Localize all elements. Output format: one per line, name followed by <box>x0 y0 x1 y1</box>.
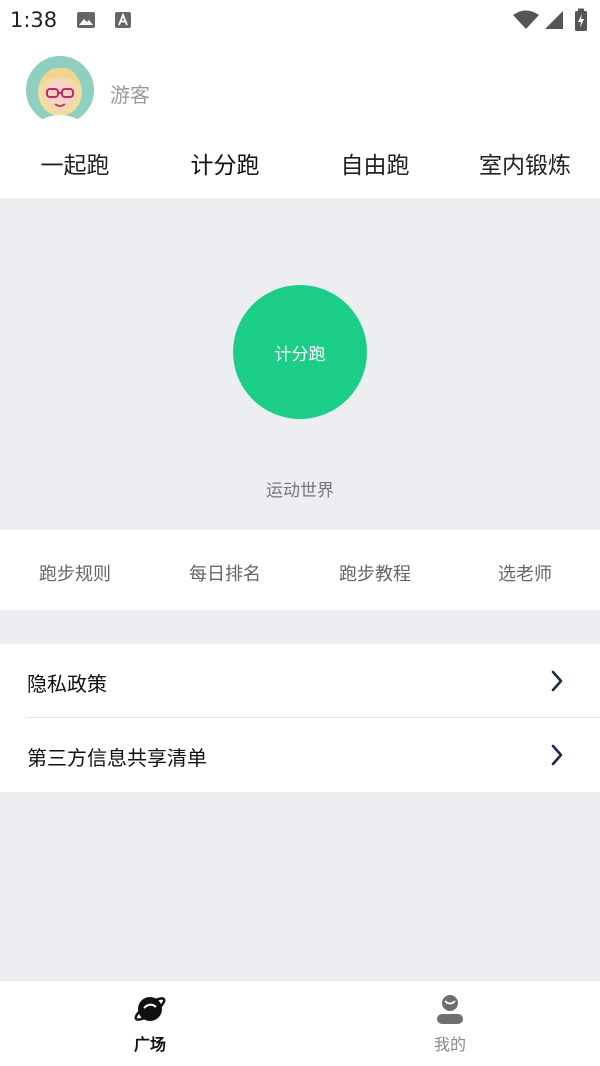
text-a-icon <box>115 12 131 28</box>
avatar[interactable] <box>26 56 94 124</box>
signal-icon <box>545 11 563 29</box>
nav-item-square[interactable]: 广场 <box>0 993 300 1055</box>
list-item-third-party-sharing[interactable]: 第三方信息共享清单 <box>0 718 600 792</box>
hero-panel: 计分跑 运动世界 <box>0 198 600 530</box>
start-score-run-button[interactable]: 计分跑 <box>233 285 367 419</box>
hero-caption: 运动世界 <box>266 481 334 501</box>
avatar-image <box>26 56 94 124</box>
bottom-nav: 广场 我的 <box>0 980 600 1066</box>
empty-area <box>0 792 600 980</box>
list-item-label: 隐私政策 <box>27 672 107 696</box>
chevron-right-icon <box>551 670 563 692</box>
list-item-privacy-policy[interactable]: 隐私政策 <box>0 644 600 718</box>
quick-links: 跑步规则 每日排名 跑步教程 选老师 <box>0 530 600 610</box>
battery-charging-icon <box>575 8 587 31</box>
start-button-label: 计分跑 <box>274 344 326 365</box>
tab-indoor-workout[interactable]: 室内锻炼 <box>450 146 600 180</box>
tab-run-together[interactable]: 一起跑 <box>0 146 150 180</box>
chevron-right-icon <box>551 744 563 766</box>
status-time: 1:38 <box>10 8 58 32</box>
profile-header: 游客 <box>0 40 600 140</box>
quick-link-daily-ranking[interactable]: 每日排名 <box>150 560 300 586</box>
nav-item-mine[interactable]: 我的 <box>300 993 600 1055</box>
tab-score-run[interactable]: 计分跑 <box>150 146 300 180</box>
tab-free-run[interactable]: 自由跑 <box>300 146 450 180</box>
nav-label-mine: 我的 <box>433 1035 466 1054</box>
status-bar: 1:38 <box>0 0 600 40</box>
settings-list: 隐私政策 第三方信息共享清单 <box>0 644 600 792</box>
quick-link-running-rules[interactable]: 跑步规则 <box>0 560 150 586</box>
username: 游客 <box>110 83 150 107</box>
run-mode-tabs: 一起跑 计分跑 自由跑 室内锻炼 <box>0 140 600 198</box>
quick-link-choose-teacher[interactable]: 选老师 <box>450 560 600 586</box>
user-icon <box>437 995 463 1024</box>
wifi-icon <box>513 10 539 29</box>
quick-link-running-tutorial[interactable]: 跑步教程 <box>300 560 450 586</box>
nav-label-square: 广场 <box>133 1035 166 1054</box>
image-icon <box>77 12 95 28</box>
list-item-label: 第三方信息共享清单 <box>27 746 207 770</box>
planet-icon <box>134 997 166 1021</box>
section-gap <box>0 610 600 644</box>
